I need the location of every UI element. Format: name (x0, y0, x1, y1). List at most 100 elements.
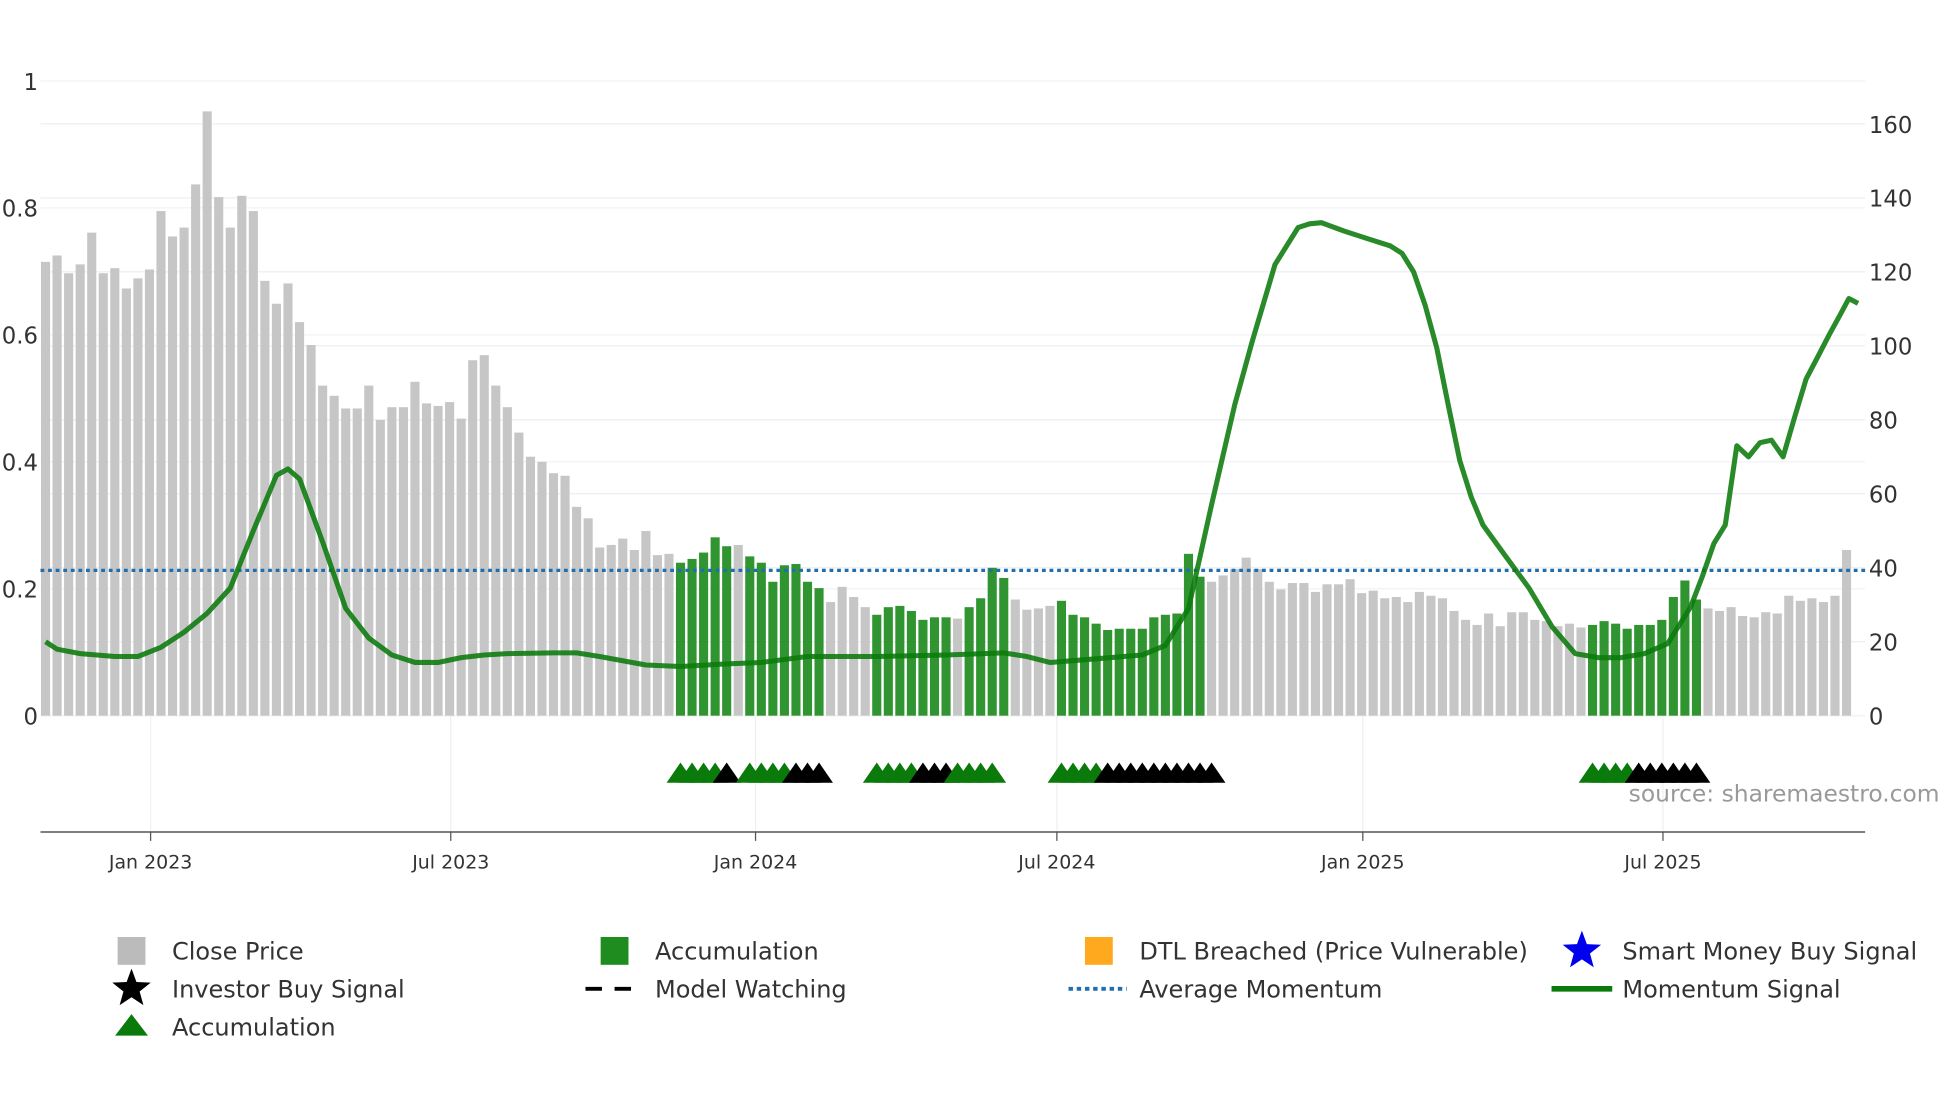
close-price-bar (329, 395, 339, 716)
close-price-bar (502, 407, 512, 716)
close-price-bar (1841, 550, 1852, 716)
accumulation-bar (1645, 624, 1655, 716)
source-label: source: sharemaestro.com (1629, 780, 1940, 808)
close-price-bar (87, 232, 97, 716)
close-price-bar (537, 461, 547, 716)
close-price-bar (1310, 591, 1321, 716)
legend-star-icon (1562, 930, 1602, 968)
close-price-bar (1518, 612, 1528, 716)
close-price-bar (583, 518, 593, 716)
legend-label: Accumulation (655, 938, 819, 966)
accumulation-bar (802, 581, 813, 716)
left-y-tick-label: 0.4 (2, 451, 38, 477)
accumulation-bar (918, 619, 928, 716)
accumulation-bar (872, 614, 882, 716)
close-price-bar (560, 475, 570, 716)
momentum-signal-line (44, 220, 1860, 670)
close-price-bar (1830, 595, 1840, 716)
close-price-bar (525, 456, 535, 716)
close-price-bar (572, 506, 582, 716)
accumulation-bar (699, 552, 709, 716)
legend-label: Investor Buy Signal (172, 976, 405, 1004)
accumulation-bar (1114, 628, 1124, 716)
x-tick-label: Jan 2024 (713, 852, 797, 874)
left-y-tick-label: 1 (23, 70, 37, 96)
close-price-bar (641, 530, 651, 716)
close-price-bar (1564, 623, 1575, 716)
legend-label: Momentum Signal (1622, 976, 1840, 1004)
close-price-bar (387, 407, 397, 716)
close-price-bar (664, 553, 674, 716)
accumulation-bar (1634, 624, 1644, 716)
close-price-bar (1807, 598, 1817, 716)
right-y-tick-label: 120 (1869, 261, 1912, 287)
close-price-bar (283, 283, 293, 716)
close-price-bar (468, 360, 478, 716)
legend-label: Smart Money Buy Signal (1622, 938, 1917, 966)
close-price-bar (1495, 626, 1505, 716)
accumulation-bar (1657, 619, 1667, 716)
close-price-bar (375, 419, 385, 716)
accumulation-bar (1160, 614, 1170, 716)
close-price-bar (1795, 600, 1805, 716)
close-price-bar (1507, 612, 1517, 716)
legend-square-icon (600, 936, 629, 965)
legend-label: Accumulation (172, 1014, 336, 1042)
close-price-bar (1230, 569, 1240, 716)
accumulation-bar (999, 577, 1009, 716)
x-tick-label: Jan 2025 (1320, 852, 1404, 874)
close-price-bar (479, 355, 489, 716)
right-y-tick-label: 40 (1869, 557, 1898, 583)
accumulation-bar (814, 588, 824, 716)
close-price-bar (1726, 607, 1736, 716)
right-y-tick-label: 140 (1869, 187, 1912, 213)
x-tick-label: Jul 2025 (1623, 852, 1701, 874)
close-price-bar (133, 278, 143, 716)
close-price-bar (1818, 602, 1828, 716)
left-y-tick-label: 0.6 (2, 324, 38, 350)
close-price-bar (514, 432, 524, 716)
close-price-bar (1576, 627, 1586, 716)
legend-square-icon (1084, 936, 1113, 965)
legend: Close Price Accumulation DTL Breached (Pri… (112, 930, 1917, 1042)
close-price-bar (1391, 596, 1401, 716)
close-price-bar (1749, 617, 1759, 716)
accumulation-bar (1068, 614, 1078, 716)
close-price-bar (1784, 595, 1794, 716)
close-price-bar (341, 408, 351, 716)
right-y-tick-label: 0 (1869, 705, 1883, 731)
accumulation-bar (756, 562, 766, 716)
accumulation-bar (1183, 553, 1194, 716)
close-price-bar (1714, 610, 1725, 716)
right-y-tick-label: 100 (1869, 335, 1912, 361)
momentum-chart: Jan 2023 Jul 2023 Jan 2024 Jul 2024 Jan 2025… (2, 70, 1940, 1042)
close-price-bar (98, 273, 108, 716)
legend-label: Average Momentum (1139, 976, 1382, 1004)
accumulation-bar (1103, 630, 1113, 716)
accumulation-bar (1691, 599, 1701, 716)
accumulation-bar (710, 537, 720, 716)
accumulation-bar (1587, 624, 1598, 716)
close-price-bar (271, 303, 281, 716)
close-price-bar (1772, 613, 1782, 716)
x-tick-label: Jan 2023 (108, 852, 192, 874)
close-price-bar (248, 211, 258, 716)
close-price-bar (1253, 569, 1263, 716)
close-price-bar (1530, 619, 1540, 716)
close-price-bar (652, 555, 662, 716)
right-y-tick-label: 60 (1869, 483, 1898, 509)
close-price-bar (1322, 584, 1332, 716)
close-price-bar (445, 402, 455, 716)
close-price-bar (1368, 590, 1378, 716)
close-price-bar (1022, 609, 1032, 716)
close-price-bar (110, 268, 120, 716)
close-price-bar (1334, 584, 1344, 716)
close-price-bar (1761, 612, 1771, 716)
close-price-bar (1241, 557, 1251, 716)
right-y-tick-label: 80 (1869, 409, 1898, 435)
close-price-bar (40, 261, 51, 716)
accumulation-bar (883, 607, 893, 716)
close-price-bar (352, 408, 362, 716)
accumulation-bar (976, 598, 986, 716)
left-y-tick-label: 0.8 (2, 197, 38, 223)
